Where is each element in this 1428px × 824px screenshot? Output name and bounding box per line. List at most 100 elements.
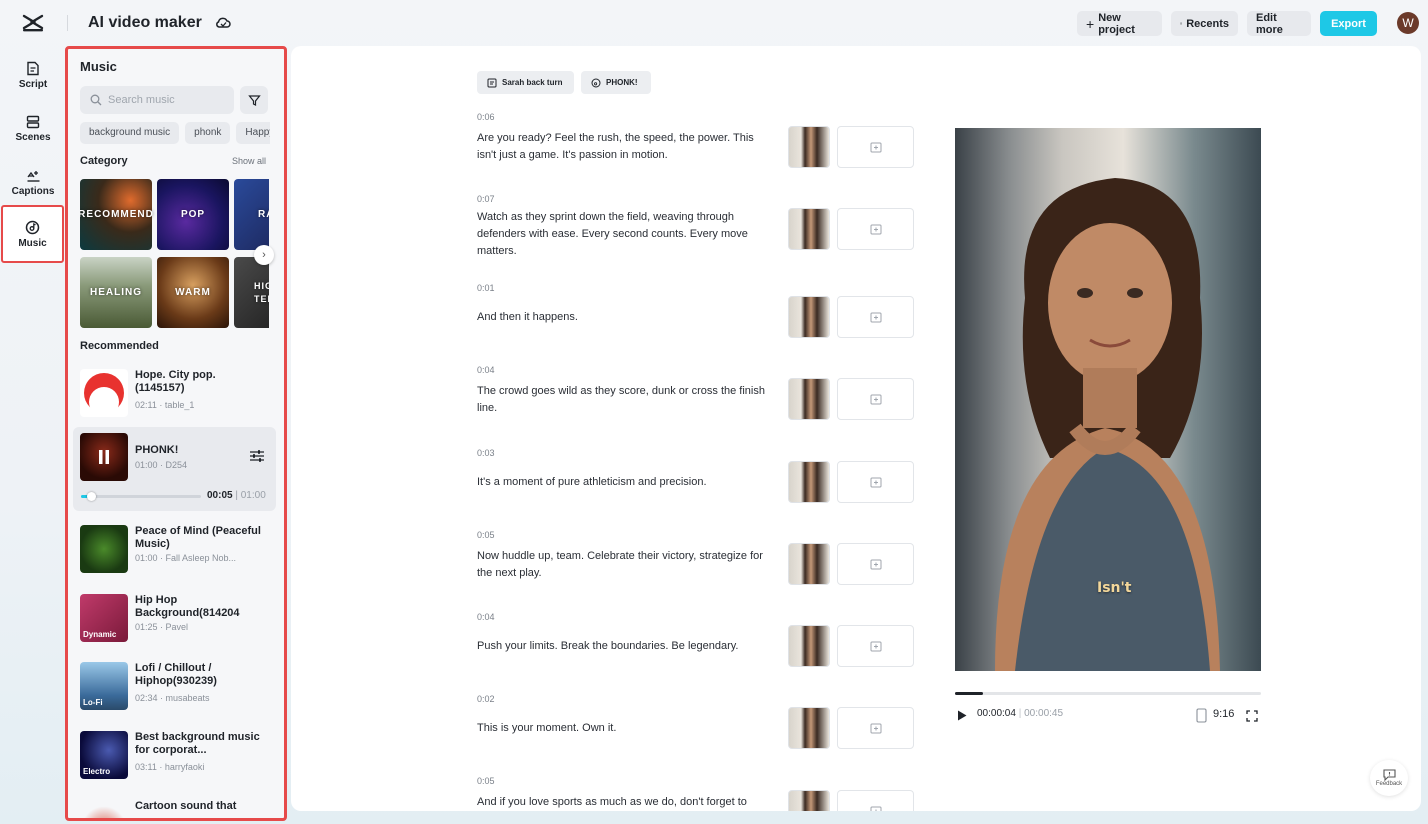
track-title: Best background music for corporat...: [135, 731, 265, 757]
track-thumbnail: [80, 433, 128, 481]
tag-chip[interactable]: Happy: [236, 122, 270, 144]
aspect-ratio-label[interactable]: 9:16: [1213, 708, 1234, 720]
export-button[interactable]: Export: [1320, 11, 1377, 36]
track-item-playing[interactable]: PHONK! 01:00 · D254 00:05 | 01:00: [73, 427, 276, 511]
plus-icon: +: [1086, 16, 1094, 32]
add-media-icon: [870, 641, 882, 652]
scene-thumbnail[interactable]: [788, 790, 830, 811]
track-thumbnail: [80, 800, 128, 821]
capcut-logo-icon[interactable]: [22, 13, 44, 33]
search-box[interactable]: [80, 86, 234, 114]
app-title: AI video maker: [88, 14, 202, 32]
rail-item-captions[interactable]: Captions: [4, 158, 62, 208]
search-input[interactable]: [108, 94, 218, 106]
category-card[interactable]: RECOMMEND: [80, 179, 152, 250]
scene-duration: 0:04: [477, 612, 495, 622]
add-media-icon: [870, 224, 882, 235]
show-all-link[interactable]: Show all: [232, 156, 266, 166]
scene-duration: 0:06: [477, 112, 495, 122]
track-item[interactable]: Hope. City pop. (1145157) 02:11 · table_…: [80, 363, 275, 419]
recents-button[interactable]: Recents: [1171, 11, 1238, 36]
scene-thumbnail[interactable]: [788, 461, 830, 503]
video-preview[interactable]: Isn't: [955, 128, 1261, 671]
tag-chip[interactable]: background music: [80, 122, 179, 144]
track-progress-handle[interactable]: [87, 492, 96, 501]
add-media-button[interactable]: [837, 707, 914, 749]
edit-more-button[interactable]: Edit more: [1247, 11, 1311, 36]
avatar-chip[interactable]: Sarah back turn: [477, 71, 574, 94]
scene-text[interactable]: It's a moment of pure athleticism and pr…: [477, 474, 772, 491]
add-media-button[interactable]: [837, 461, 914, 503]
scene-text[interactable]: The crowd goes wild as they score, dunk …: [477, 383, 772, 417]
add-media-button[interactable]: [837, 208, 914, 250]
scene-text[interactable]: This is your moment. Own it.: [477, 720, 772, 737]
track-progress-bar[interactable]: [81, 495, 201, 498]
script-icon: [487, 78, 497, 88]
scene-text[interactable]: Push your limits. Break the boundaries. …: [477, 638, 772, 655]
track-item[interactable]: Lo-Fi Lofi / Chillout / Hiphop(930239) 0…: [80, 656, 275, 712]
chevron-right-icon[interactable]: ›: [254, 245, 274, 265]
pause-icon[interactable]: [97, 449, 111, 465]
scene-text[interactable]: Are you ready? Feel the rush, the speed,…: [477, 130, 772, 164]
track-item[interactable]: Cartoon sound that: [80, 794, 275, 821]
scene-text[interactable]: And then it happens.: [477, 309, 772, 326]
feedback-button[interactable]: Feedback: [1370, 760, 1408, 796]
rail-item-script[interactable]: Script: [4, 50, 62, 100]
add-media-button[interactable]: [837, 296, 914, 338]
add-media-button[interactable]: [837, 625, 914, 667]
rail-item-scenes[interactable]: Scenes: [4, 104, 62, 154]
track-item[interactable]: Peace of Mind (Peaceful Music) 01:00 · F…: [80, 519, 275, 575]
add-media-button[interactable]: [837, 126, 914, 168]
clock-icon: [1180, 18, 1182, 29]
avatar[interactable]: W: [1397, 12, 1419, 34]
script-editor: Sarah back turn PHONK! 0:06 Are you read…: [291, 46, 1421, 811]
track-item[interactable]: Dynamic Hip Hop Background(814204 01:25 …: [80, 588, 275, 644]
scene-thumbnail[interactable]: [788, 126, 830, 168]
play-icon[interactable]: [957, 710, 967, 721]
adjust-icon[interactable]: [249, 449, 265, 463]
add-media-icon: [870, 394, 882, 405]
track-thumbnail: [80, 369, 128, 417]
category-card[interactable]: HEALING: [80, 257, 152, 328]
add-media-button[interactable]: [837, 378, 914, 420]
scene-duration: 0:03: [477, 448, 495, 458]
category-card[interactable]: POP: [157, 179, 229, 250]
video-caption: Isn't: [1097, 580, 1132, 596]
track-item[interactable]: Electro Best background music for corpor…: [80, 725, 275, 781]
scene-text[interactable]: And if you love sports as much as we do,…: [477, 794, 772, 811]
add-media-icon: [870, 723, 882, 734]
aspect-ratio-icon[interactable]: [1196, 708, 1207, 723]
category-card[interactable]: WARM: [157, 257, 229, 328]
scene-thumbnail[interactable]: [788, 208, 830, 250]
fullscreen-icon[interactable]: [1246, 710, 1258, 722]
rail-item-music[interactable]: Music: [1, 205, 64, 263]
add-media-icon: [870, 559, 882, 570]
music-chip[interactable]: PHONK!: [581, 71, 651, 94]
scene-thumbnail[interactable]: [788, 543, 830, 585]
track-title: PHONK!: [135, 444, 265, 457]
category-card[interactable]: RAP: [234, 179, 269, 250]
category-card[interactable]: HIGH TEMPO: [234, 257, 269, 328]
scene-thumbnail[interactable]: [788, 625, 830, 667]
top-bar: AI video maker + New project Recents Edi…: [0, 0, 1428, 46]
scene-duration: 0:02: [477, 694, 495, 704]
scene-thumbnail[interactable]: [788, 707, 830, 749]
track-meta: 01:00 · D254: [135, 460, 187, 470]
add-media-button[interactable]: [837, 543, 914, 585]
add-media-button[interactable]: [837, 790, 914, 811]
captions-icon: [26, 169, 41, 183]
scene-thumbnail[interactable]: [788, 296, 830, 338]
cloud-sync-icon[interactable]: [214, 14, 232, 32]
music-icon: [591, 78, 601, 88]
add-media-icon: [870, 312, 882, 323]
filter-button[interactable]: [240, 86, 268, 114]
scene-thumbnail[interactable]: [788, 378, 830, 420]
track-title: Peace of Mind (Peaceful Music): [135, 525, 265, 551]
scene-duration: 0:01: [477, 283, 495, 293]
track-meta: 01:25 · Pavel: [135, 622, 188, 632]
tag-chip[interactable]: phonk: [185, 122, 230, 144]
scene-text[interactable]: Now huddle up, team. Celebrate their vic…: [477, 548, 772, 582]
scene-text[interactable]: Watch as they sprint down the field, wea…: [477, 209, 772, 260]
new-project-button[interactable]: + New project: [1077, 11, 1162, 36]
video-progress-bar[interactable]: [955, 692, 1261, 695]
